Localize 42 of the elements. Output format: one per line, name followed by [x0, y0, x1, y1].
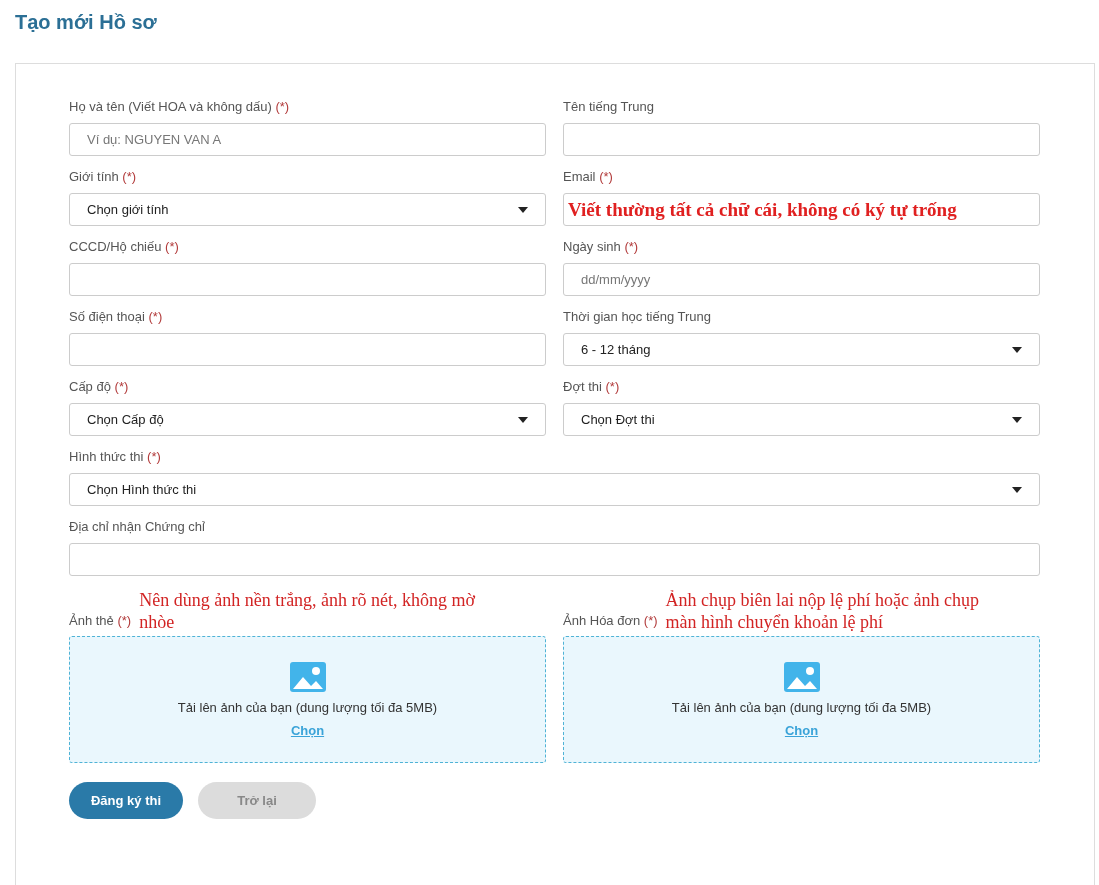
image-icon: [783, 661, 820, 692]
caret-icon: [518, 416, 528, 423]
annotation-text: Nên dùng ảnh nền trắng, ảnh rõ nét, không mờ nhòe: [139, 589, 477, 633]
select-field[interactable]: Chọn Cấp độ: [69, 403, 546, 436]
input-field[interactable]: dd/mm/yyyy: [563, 263, 1040, 296]
select-field[interactable]: Chọn Đợt thi: [563, 403, 1040, 436]
upload-dropzone[interactable]: Tải lên ảnh của bạn (dung lượng tối đa 5MB) Chọn: [69, 636, 546, 763]
field-label: Tên tiếng Trung: [563, 99, 655, 115]
field-label: Ngày sinh (*): [563, 239, 639, 255]
input-field[interactable]: [69, 333, 546, 366]
field-label: CCCD/Hộ chiếu (*): [69, 239, 179, 255]
caret-icon: [518, 206, 528, 213]
field-label: Email (*): [563, 169, 613, 185]
field-label: Ảnh thẻ (*): [69, 613, 132, 630]
upload-hint: Tải lên ảnh của bạn (dung lượng tối đa 5MB): [671, 699, 932, 715]
caret-icon: [1012, 346, 1022, 353]
field-label: Cấp độ (*): [69, 379, 129, 395]
field-label: Giới tính (*): [69, 169, 137, 185]
field-label: Địa chỉ nhận Chứng chỉ: [69, 519, 205, 535]
upload-hint: Tải lên ảnh của bạn (dung lượng tối đa 5MB): [177, 699, 438, 715]
select-field[interactable]: Chọn Hình thức thi: [69, 473, 1040, 506]
annotation-text: Ảnh chụp biên lai nộp lệ phí hoặc ảnh chụp màn hình chuyển khoản lệ phí: [665, 589, 980, 633]
select-field[interactable]: 6 - 12 tháng: [563, 333, 1040, 366]
field-label: Hình thức thi (*): [69, 449, 161, 465]
input-field[interactable]: [69, 263, 546, 296]
input-field[interactable]: [69, 543, 1040, 576]
submit-button[interactable]: Đăng ký thi: [69, 782, 183, 819]
page-title: Tạo mới Hồ sơ: [15, 10, 158, 34]
select-field[interactable]: Chọn giới tính: [69, 193, 546, 226]
field-label: Ảnh Hóa đơn (*): [563, 613, 658, 630]
annotation-text: Viết thường tất cả chữ cái, không có ký tự trống: [568, 198, 957, 221]
image-icon: [289, 661, 326, 692]
caret-icon: [1012, 416, 1022, 423]
caret-icon: [1012, 486, 1022, 493]
field-label: Họ và tên (Viết HOA và không dấu) (*): [69, 99, 290, 115]
field-label: Thời gian học tiếng Trung: [563, 309, 711, 325]
field-label: Đợt thi (*): [563, 379, 620, 395]
upload-dropzone[interactable]: Tải lên ảnh của bạn (dung lượng tối đa 5MB) Chọn: [563, 636, 1040, 763]
input-field[interactable]: Ví dụ: NGUYEN VAN A: [69, 123, 546, 156]
input-field[interactable]: Viết thường tất cả chữ cái, không có ký tự trống: [563, 193, 1040, 226]
field-label: Số điện thoại (*): [69, 309, 163, 325]
input-field[interactable]: [563, 123, 1040, 156]
